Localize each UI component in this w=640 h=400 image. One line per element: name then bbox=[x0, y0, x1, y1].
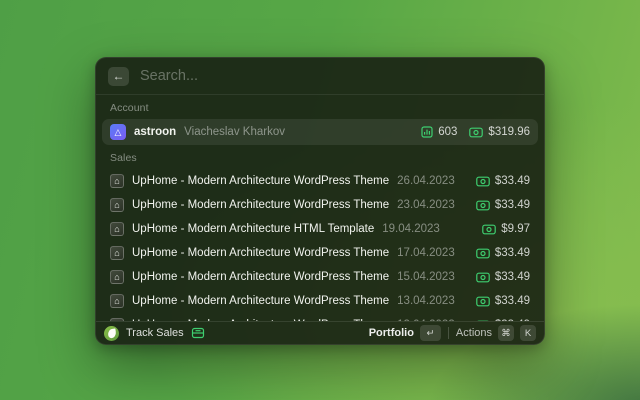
footer-bar: Track Sales Portfolio ↵ Actions ⌘ K bbox=[96, 321, 544, 344]
portfolio-action-button[interactable]: Portfolio ↵ bbox=[369, 325, 441, 341]
account-fullname: Viacheslav Kharkov bbox=[184, 126, 285, 138]
desktop-background: ← Account △ astroon Viacheslav Kharkov bbox=[0, 0, 640, 400]
sale-title: UpHome - Modern Architecture WordPress T… bbox=[132, 247, 390, 259]
product-thumbnail-icon: ⌂ bbox=[110, 198, 124, 212]
sale-date: 26.04.2023 bbox=[397, 175, 455, 187]
footer-actions: Portfolio ↵ Actions ⌘ K bbox=[369, 325, 536, 341]
command-palette-window: ← Account △ astroon Viacheslav Kharkov bbox=[95, 57, 545, 345]
actions-menu-button[interactable]: Actions ⌘ K bbox=[456, 325, 536, 341]
sale-row[interactable]: ⌂ UpHome - Modern Architecture WordPress… bbox=[102, 289, 538, 313]
sales-list: ⌂ UpHome - Modern Architecture WordPress… bbox=[102, 169, 538, 321]
banknote-icon bbox=[476, 176, 490, 187]
sale-price: $33.49 bbox=[494, 199, 530, 211]
footer-divider bbox=[447, 327, 449, 339]
sale-title: UpHome - Modern Architecture WordPress T… bbox=[132, 175, 390, 187]
search-bar: ← bbox=[96, 58, 544, 95]
product-thumbnail-icon: ⌂ bbox=[110, 270, 124, 284]
product-thumbnail-icon: ⌂ bbox=[110, 294, 124, 308]
product-thumbnail-icon: ⌂ bbox=[110, 222, 124, 236]
sale-row[interactable]: ⌂ UpHome - Modern Architecture WordPress… bbox=[102, 265, 538, 289]
wallet-icon bbox=[191, 327, 205, 339]
return-key-icon: ↵ bbox=[419, 325, 441, 341]
sales-count-pair: 603 bbox=[421, 126, 457, 138]
envato-leaf-icon bbox=[104, 325, 119, 341]
k-key-icon: K bbox=[520, 325, 536, 341]
sales-count-value: 603 bbox=[438, 126, 458, 138]
sale-price: $33.49 bbox=[494, 175, 530, 187]
balance-pair: $319.96 bbox=[469, 126, 530, 138]
sale-price: $9.97 bbox=[501, 223, 530, 235]
sale-price: $33.49 bbox=[494, 271, 530, 283]
account-username: astroon bbox=[134, 126, 177, 138]
sale-row[interactable]: ⌂ UpHome - Modern Architecture WordPress… bbox=[102, 313, 538, 321]
sale-price: $33.49 bbox=[494, 247, 530, 259]
actions-label: Actions bbox=[455, 327, 492, 339]
arrow-left-icon: ← bbox=[112, 68, 125, 83]
balance-value: $319.96 bbox=[488, 126, 530, 138]
sale-date: 13.04.2023 bbox=[397, 295, 455, 307]
account-meta: 603 $319.96 bbox=[421, 126, 530, 138]
account-row[interactable]: △ astroon Viacheslav Kharkov 603 $319.96 bbox=[102, 119, 538, 145]
results-list: Account △ astroon Viacheslav Kharkov 603… bbox=[96, 95, 544, 321]
sale-row[interactable]: ⌂ UpHome - Modern Architecture WordPress… bbox=[102, 241, 538, 265]
sale-row[interactable]: ⌂ UpHome - Modern Architecture HTML Temp… bbox=[102, 217, 538, 241]
sale-title: UpHome - Modern Architecture WordPress T… bbox=[132, 199, 390, 211]
sale-title: UpHome - Modern Architecture WordPress T… bbox=[132, 271, 390, 283]
banknote-icon bbox=[476, 272, 490, 283]
command-key-icon: ⌘ bbox=[498, 325, 514, 341]
bar-chart-icon bbox=[421, 126, 433, 138]
sale-date: 15.04.2023 bbox=[397, 271, 455, 283]
product-thumbnail-icon: ⌂ bbox=[110, 174, 124, 188]
banknote-icon bbox=[482, 224, 497, 235]
sale-title: UpHome - Modern Architecture HTML Templa… bbox=[132, 223, 375, 235]
sale-row[interactable]: ⌂ UpHome - Modern Architecture WordPress… bbox=[102, 193, 538, 217]
account-avatar-icon: △ bbox=[110, 124, 126, 140]
product-thumbnail-icon: ⌂ bbox=[110, 246, 124, 260]
sale-date: 17.04.2023 bbox=[397, 247, 455, 259]
sale-title: UpHome - Modern Architecture WordPress T… bbox=[132, 295, 390, 307]
back-button[interactable]: ← bbox=[108, 66, 129, 86]
banknote-icon bbox=[469, 127, 484, 138]
sale-row[interactable]: ⌂ UpHome - Modern Architecture WordPress… bbox=[102, 169, 538, 193]
sale-date: 23.04.2023 bbox=[397, 199, 455, 211]
banknote-icon bbox=[476, 296, 490, 307]
extension-name: Track Sales bbox=[126, 327, 184, 339]
banknote-icon bbox=[476, 248, 490, 259]
section-header-account: Account bbox=[110, 102, 149, 114]
sale-date: 19.04.2023 bbox=[382, 223, 440, 235]
sale-price: $33.49 bbox=[494, 295, 530, 307]
search-input[interactable] bbox=[140, 68, 532, 84]
banknote-icon bbox=[476, 200, 490, 211]
section-header-sales: Sales bbox=[110, 152, 137, 164]
portfolio-label: Portfolio bbox=[368, 327, 414, 339]
